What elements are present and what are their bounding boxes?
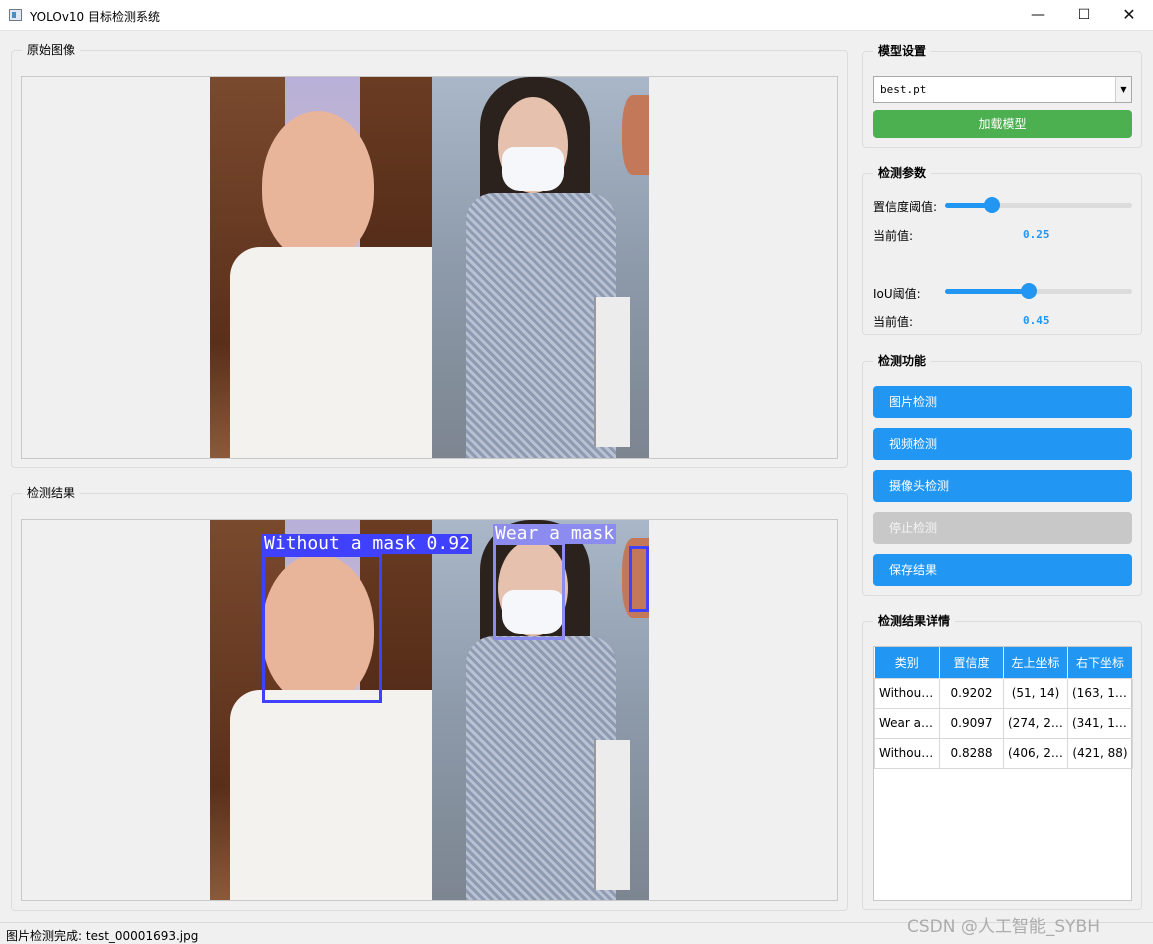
chevron-down-icon[interactable]: ▼ (1115, 77, 1131, 102)
table-row[interactable]: Without a mask 0.8288 (406, 26) (421, 88… (874, 737, 1133, 769)
table-row[interactable]: Without a mask 0.9202 (51, 14) (163, 174… (874, 677, 1133, 709)
class-cell[interactable]: Without a mask (874, 737, 940, 769)
iou-label: IoU阈值: (873, 287, 921, 301)
class-cell[interactable]: Without a mask (874, 677, 940, 709)
confidence-cell[interactable]: 0.9097 (939, 707, 1004, 739)
bottom-right-cell[interactable]: (341, 114) (1067, 707, 1133, 739)
model-select[interactable]: best.pt ▼ (873, 76, 1132, 103)
class-cell[interactable]: Wear a mask (874, 707, 940, 739)
result-image-frame: Without a mask 0.92 Wear a mask (21, 519, 838, 901)
camera-detect-button[interactable]: 摄像头检测 (873, 470, 1132, 502)
original-image-title: 原始图像 (22, 42, 81, 58)
stop-detect-button[interactable]: 停止检测 (873, 512, 1132, 544)
detection-label: Without a mask 0.92 (262, 533, 472, 554)
image-detect-button[interactable]: 图片检测 (873, 386, 1132, 418)
top-left-cell[interactable]: (51, 14) (1003, 677, 1068, 709)
video-detect-button[interactable]: 视频检测 (873, 428, 1132, 460)
result-photo: Without a mask 0.92 Wear a mask (210, 520, 649, 900)
detect-params-title: 检测参数 (873, 165, 932, 181)
table-row[interactable]: Wear a mask 0.9097 (274, 23) (341, 114) (874, 707, 1133, 739)
detection-label: Wear a mask (493, 523, 617, 544)
confidence-value: 0.25 (1023, 228, 1050, 241)
confidence-current-label: 当前值: (873, 229, 914, 243)
detection-details-table: 类别 置信度 左上坐标 右下坐标 Without a mask 0.9202 (… (873, 646, 1133, 901)
bottom-right-cell[interactable]: (163, 174) (1067, 677, 1133, 709)
detection-box (262, 554, 382, 703)
detection-box (629, 546, 649, 612)
top-left-cell[interactable]: (274, 23) (1003, 707, 1068, 739)
confidence-slider[interactable] (945, 197, 1132, 213)
window-title: YOLOv10 目标检测系统 (30, 10, 161, 24)
bottom-right-cell[interactable]: (421, 88) (1067, 737, 1133, 769)
iou-slider-fill (945, 289, 1030, 294)
iou-slider[interactable] (945, 283, 1132, 299)
status-text: 图片检测完成: test_00001693.jpg (6, 929, 199, 943)
watermark: CSDN @人工智能_SYBH (907, 917, 1100, 937)
confidence-cell[interactable]: 0.8288 (939, 737, 1004, 769)
load-model-button[interactable]: 加载模型 (873, 110, 1132, 138)
minimize-icon[interactable]: — (1015, 0, 1061, 31)
iou-current-label: 当前值: (873, 315, 914, 329)
table-header-row: 类别 置信度 左上坐标 右下坐标 (874, 647, 1133, 678)
column-header[interactable]: 置信度 (939, 647, 1004, 678)
save-results-button[interactable]: 保存结果 (873, 554, 1132, 586)
confidence-cell[interactable]: 0.9202 (939, 677, 1004, 709)
close-icon[interactable]: ✕ (1106, 0, 1152, 31)
maximize-icon[interactable]: ☐ (1061, 0, 1107, 31)
app-icon (9, 9, 22, 21)
confidence-slider-handle[interactable] (983, 197, 1000, 213)
column-header[interactable]: 类别 (874, 647, 940, 678)
column-header[interactable]: 右下坐标 (1067, 647, 1133, 678)
iou-value: 0.45 (1023, 314, 1050, 327)
detection-details-title: 检测结果详情 (873, 613, 956, 629)
original-image-frame (21, 76, 838, 459)
result-image-title: 检测结果 (22, 485, 81, 501)
top-left-cell[interactable]: (406, 26) (1003, 737, 1068, 769)
model-select-value: best.pt (880, 83, 927, 96)
detect-functions-title: 检测功能 (873, 353, 932, 369)
column-header[interactable]: 左上坐标 (1003, 647, 1068, 678)
original-photo (210, 77, 649, 458)
model-settings-title: 模型设置 (873, 43, 932, 59)
detection-box (493, 542, 565, 640)
title-bar: YOLOv10 目标检测系统 — ☐ ✕ (0, 0, 1153, 31)
confidence-label: 置信度阈值: (873, 200, 938, 214)
